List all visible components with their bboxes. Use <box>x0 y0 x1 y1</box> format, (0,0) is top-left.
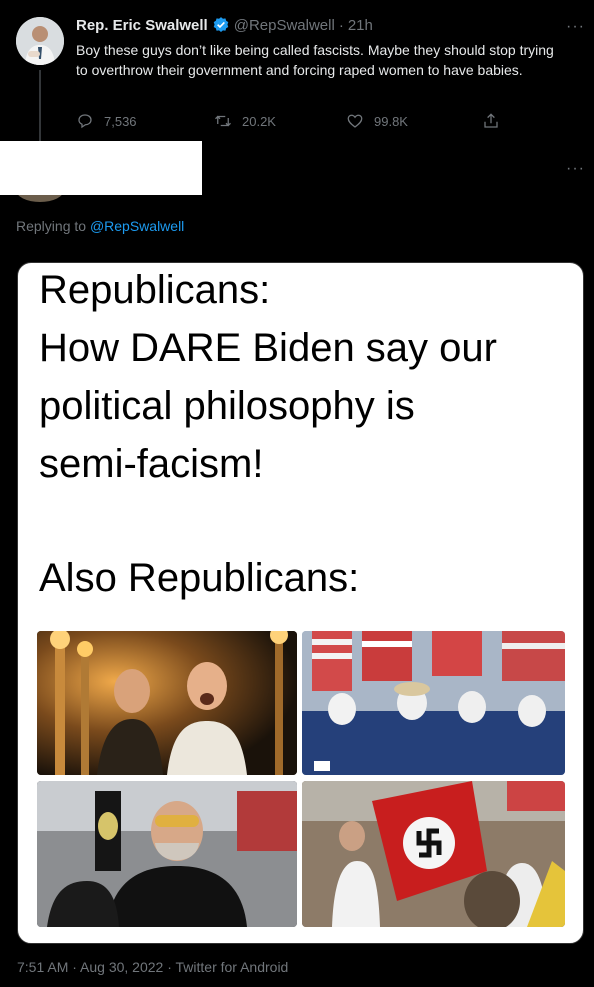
dot-separator: · <box>338 16 344 34</box>
masked-group-photo <box>302 631 565 775</box>
proud-boys-photo <box>37 781 297 927</box>
tweet-timestamp[interactable]: 7:51 AM · Aug 30, 2022 · Twitter for And… <box>17 959 288 975</box>
meme-line-5: Also Republicans: <box>39 556 360 600</box>
tweet-actions: 7,536 20.2K 99.8K <box>76 112 516 132</box>
replying-to: Replying to @RepSwalwell <box>16 218 184 234</box>
retweet-count: 20.2K <box>242 113 276 129</box>
torch-rally-photo <box>37 631 297 775</box>
author-name[interactable]: Rep. Eric Swalwell <box>76 17 208 34</box>
photo-collage <box>37 631 565 927</box>
replying-prefix: Replying to <box>16 218 87 234</box>
meme-line-1: Republicans: <box>39 268 271 312</box>
retweet-button[interactable]: 20.2K <box>214 112 276 130</box>
share-button[interactable] <box>482 112 500 130</box>
like-button[interactable]: 99.8K <box>346 112 408 130</box>
tweet-header: Rep. Eric Swalwell @RepSwalwell · 21h <box>76 16 373 34</box>
meme-line-3: political philosophy is <box>39 384 415 428</box>
meme-line-2: How DARE Biden say our <box>39 326 497 370</box>
tweet-text: Boy these guys don’t like being called f… <box>76 42 554 78</box>
reply-icon <box>78 114 92 129</box>
heart-icon <box>347 114 363 128</box>
like-count: 99.8K <box>374 113 408 129</box>
reply-button[interactable]: 7,536 <box>76 112 137 130</box>
attached-image[interactable]: Republicans: How DARE Biden say our poli… <box>17 262 584 944</box>
author-handle[interactable]: @RepSwalwell <box>234 17 335 34</box>
redaction-box <box>0 141 202 195</box>
flag-march-photo <box>302 781 565 927</box>
verified-badge-icon <box>213 17 228 32</box>
replying-handle-link[interactable]: @RepSwalwell <box>90 218 184 234</box>
meme-line-4: semi-facism! <box>39 442 264 486</box>
share-icon <box>484 113 498 128</box>
reply-more-options-icon[interactable]: ··· <box>566 160 585 178</box>
thread-line <box>39 70 41 142</box>
tweet-age[interactable]: 21h <box>348 17 373 34</box>
author-avatar[interactable] <box>16 17 64 65</box>
more-options-icon[interactable]: ··· <box>566 18 585 36</box>
reply-count: 7,536 <box>104 113 137 129</box>
retweet-icon <box>215 115 231 127</box>
